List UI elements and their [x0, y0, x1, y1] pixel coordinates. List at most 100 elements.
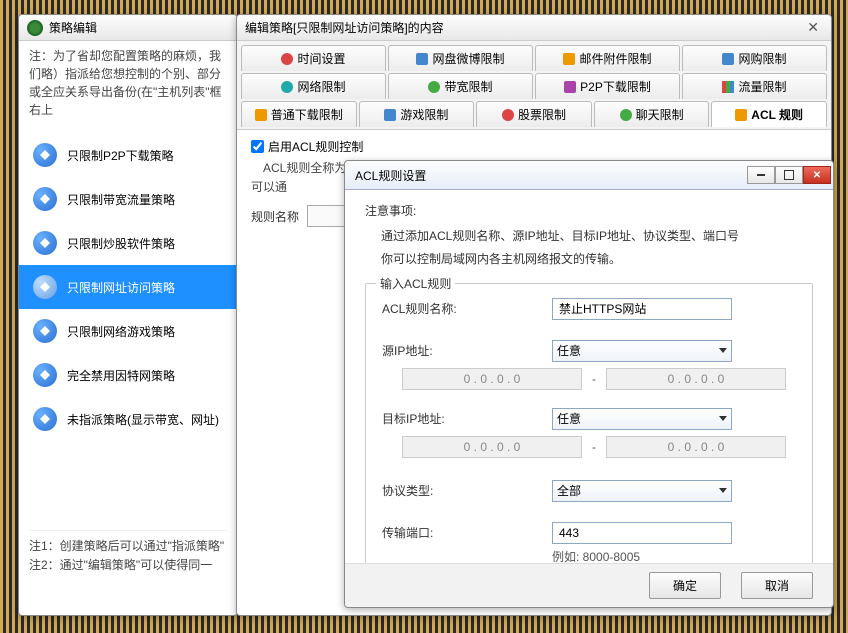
- dialog-buttons: 确定 取消: [345, 563, 833, 607]
- tab-网络限制[interactable]: 网络限制: [241, 73, 386, 99]
- policy-item[interactable]: 只限制网络游戏策略: [19, 309, 237, 353]
- port-label: 传输端口:: [382, 524, 552, 541]
- proto-select[interactable]: 全部: [552, 480, 732, 502]
- rule-name-input[interactable]: [552, 298, 732, 320]
- policy-edit-window: 策略编辑 注：为了省却您配置策略的麻烦，我们略）指派给您想控制的个别、部分或全应…: [18, 14, 238, 616]
- close-icon[interactable]: ✕: [803, 19, 823, 36]
- chevron-down-icon: [719, 348, 727, 353]
- tab-邮件附件限制[interactable]: 邮件附件限制: [535, 45, 680, 71]
- dialog-titlebar: ACL规则设置 ✕: [345, 161, 833, 190]
- dst-ip-select[interactable]: 任意: [552, 408, 732, 430]
- tab-P2P下载限制[interactable]: P2P下载限制: [535, 73, 680, 99]
- tab-游戏限制[interactable]: 游戏限制: [359, 101, 475, 127]
- dialog-cancel-button[interactable]: 取消: [741, 572, 813, 599]
- policy-list: 只限制P2P下载策略只限制带宽流量策略只限制炒股软件策略只限制网址访问策略只限制…: [19, 125, 237, 449]
- tab-ACL 规则[interactable]: ACL 规则: [711, 101, 827, 127]
- policy-item-label: 未指派策略(显示带宽、网址): [67, 411, 219, 428]
- rule-name-label: 规则名称: [251, 208, 299, 225]
- policy-item-label: 只限制炒股软件策略: [67, 235, 175, 252]
- tab-label: 时间设置: [297, 50, 345, 67]
- fieldset-legend: 输入ACL规则: [376, 275, 455, 292]
- policy-item-label: 只限制P2P下载策略: [67, 147, 174, 164]
- policy-icon: [33, 363, 57, 387]
- tab-时间设置[interactable]: 时间设置: [241, 45, 386, 71]
- footnote-1: 注1：创建策略后可以通过"指派策略": [29, 537, 227, 556]
- policy-icon: [33, 143, 57, 167]
- tab-label: 股票限制: [518, 106, 566, 123]
- tab-label: P2P下载限制: [580, 78, 651, 95]
- policy-icon: [33, 275, 57, 299]
- enable-acl-input[interactable]: [251, 140, 264, 153]
- policy-item-label: 完全禁用因特网策略: [67, 367, 175, 384]
- acl-rule-dialog: ACL规则设置 ✕ 注意事项: 通过添加ACL规则名称、源IP地址、目标IP地址…: [344, 160, 834, 608]
- left-footnote: 注1：创建策略后可以通过"指派策略" 注2：通过"编辑策略"可以使得同一: [29, 530, 227, 575]
- dialog-ok-button[interactable]: 确定: [649, 572, 721, 599]
- policy-item[interactable]: 只限制网址访问策略: [19, 265, 237, 309]
- tab-icon: [722, 53, 734, 65]
- maximize-icon[interactable]: [775, 166, 803, 184]
- acl-input-fieldset: 输入ACL规则 ACL规则名称: 源IP地址: 任意 0 . 0 . 0 . 0…: [365, 283, 813, 582]
- src-ip-select[interactable]: 任意: [552, 340, 732, 362]
- src-ip-label: 源IP地址:: [382, 342, 552, 359]
- policy-item[interactable]: 只限制炒股软件策略: [19, 221, 237, 265]
- policy-item[interactable]: 未指派策略(显示带宽、网址): [19, 397, 237, 441]
- proto-label: 协议类型:: [382, 482, 552, 499]
- tab-icon: [281, 53, 293, 65]
- tab-label: 邮件附件限制: [579, 50, 651, 67]
- policy-icon: [33, 231, 57, 255]
- tab-icon: [255, 109, 267, 121]
- right-titlebar: 编辑策略[只限制网址访问策略]的内容 ✕: [237, 15, 831, 41]
- tab-带宽限制[interactable]: 带宽限制: [388, 73, 533, 99]
- port-input[interactable]: [552, 522, 732, 544]
- left-note: 注：为了省却您配置策略的麻烦，我们略）指派给您想控制的个别、部分或全应关系导出备…: [19, 41, 237, 125]
- enable-acl-label: 启用ACL规则控制: [268, 138, 363, 155]
- notice-heading: 注意事项:: [365, 202, 813, 219]
- tab-icon: [416, 53, 428, 65]
- tab-聊天限制[interactable]: 聊天限制: [594, 101, 710, 127]
- left-titlebar: 策略编辑: [19, 15, 237, 41]
- tab-label: 网购限制: [738, 50, 786, 67]
- right-title: 编辑策略[只限制网址访问策略]的内容: [245, 19, 444, 36]
- tab-label: 网络限制: [297, 78, 345, 95]
- dst-ip-to[interactable]: 0 . 0 . 0 . 0: [606, 436, 786, 458]
- chevron-down-icon: [719, 416, 727, 421]
- src-ip-from[interactable]: 0 . 0 . 0 . 0: [402, 368, 582, 390]
- tab-股票限制[interactable]: 股票限制: [476, 101, 592, 127]
- ip-range-dash: -: [592, 440, 596, 454]
- tab-网购限制[interactable]: 网购限制: [682, 45, 827, 71]
- tab-icon: [620, 109, 632, 121]
- chevron-down-icon: [719, 488, 727, 493]
- tab-icon: [384, 109, 396, 121]
- tab-icon: [564, 81, 576, 93]
- minimize-icon[interactable]: [747, 166, 775, 184]
- tab-普通下载限制[interactable]: 普通下载限制: [241, 101, 357, 127]
- tab-label: 游戏限制: [400, 106, 448, 123]
- footnote-2: 注2：通过"编辑策略"可以使得同一: [29, 556, 227, 575]
- close-icon[interactable]: ✕: [803, 166, 831, 184]
- notice-line-2: 你可以控制局域网内各主机网络报文的传输。: [381, 248, 813, 271]
- dst-ip-from[interactable]: 0 . 0 . 0 . 0: [402, 436, 582, 458]
- tab-网盘微博限制[interactable]: 网盘微博限制: [388, 45, 533, 71]
- tab-label: 聊天限制: [636, 106, 684, 123]
- tab-label: 网盘微博限制: [432, 50, 504, 67]
- notice-line-1: 通过添加ACL规则名称、源IP地址、目标IP地址、协议类型、端口号: [381, 225, 813, 248]
- tab-label: ACL 规则: [751, 106, 803, 123]
- tab-label: 带宽限制: [444, 78, 492, 95]
- app-icon: [27, 20, 43, 36]
- policy-icon: [33, 407, 57, 431]
- tab-icon: [281, 81, 293, 93]
- policy-item-label: 只限制网络游戏策略: [67, 323, 175, 340]
- policy-item[interactable]: 完全禁用因特网策略: [19, 353, 237, 397]
- enable-acl-checkbox[interactable]: 启用ACL规则控制: [251, 138, 817, 155]
- tab-icon: [502, 109, 514, 121]
- tab-流量限制[interactable]: 流量限制: [682, 73, 827, 99]
- src-ip-to[interactable]: 0 . 0 . 0 . 0: [606, 368, 786, 390]
- rule-name-label: ACL规则名称:: [382, 300, 552, 317]
- policy-item[interactable]: 只限制带宽流量策略: [19, 177, 237, 221]
- tab-label: 流量限制: [738, 78, 786, 95]
- window-controls: ✕: [747, 166, 831, 184]
- tab-icon: [722, 81, 734, 93]
- tabstrip: 时间设置 网盘微博限制 邮件附件限制 网购限制 网络限制 带宽限制 P2P下载限制 流量限制…: [237, 41, 831, 130]
- policy-icon: [33, 187, 57, 211]
- policy-item[interactable]: 只限制P2P下载策略: [19, 133, 237, 177]
